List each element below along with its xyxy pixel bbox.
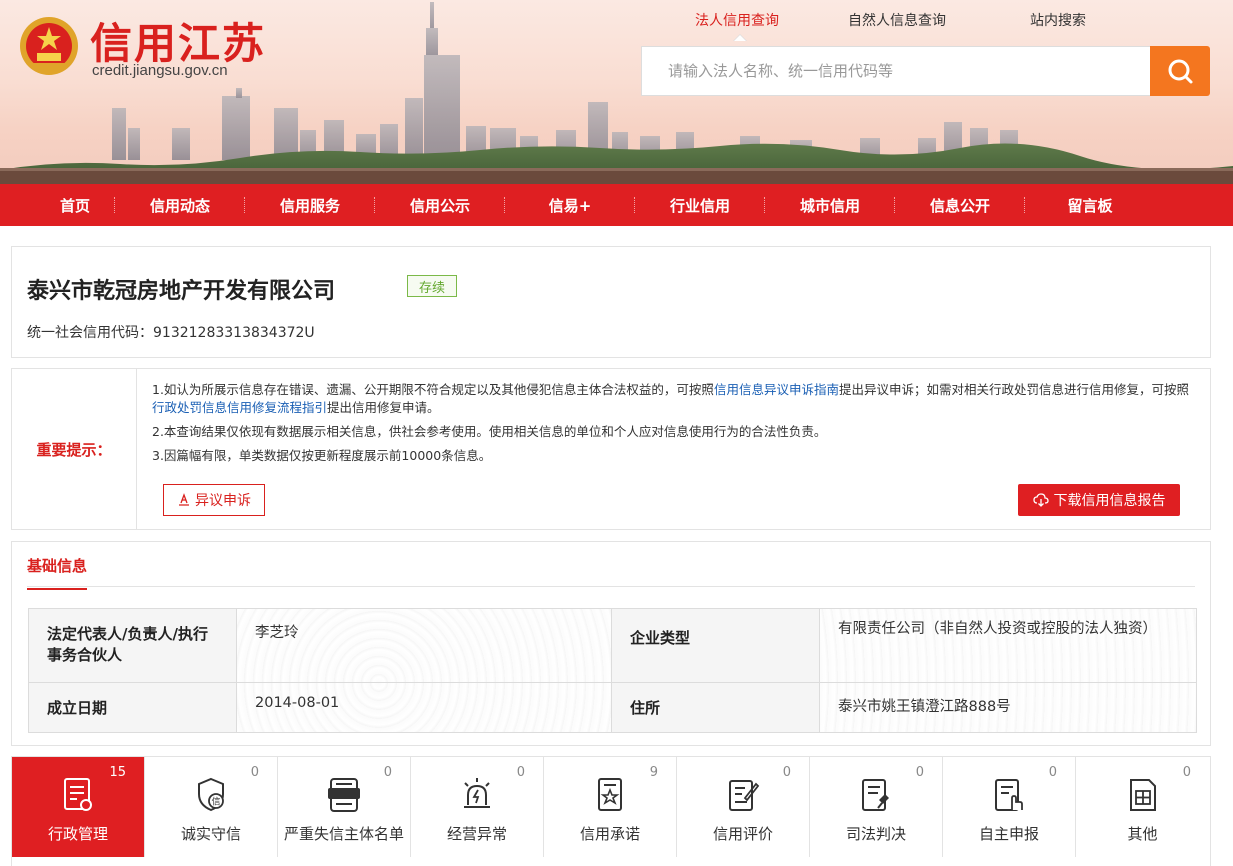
category-other[interactable]: 0 其他 <box>1076 757 1209 857</box>
notice-text: 提出异议申诉；如需对相关行政处罚信息进行信用修复，可按照 <box>838 382 1189 397</box>
blacklist-icon <box>324 775 364 815</box>
section-divider <box>27 586 1195 587</box>
address-value: 泰兴市姚王镇澄江路888号 <box>819 682 1197 733</box>
search-tabs: 法人信用查询 自然人信息查询 站内搜索 <box>640 10 1210 32</box>
category-label: 其他 <box>1127 825 1158 843</box>
category-honesty[interactable]: 0 信 诚实守信 <box>145 757 278 857</box>
nav-item-xinyi-plus[interactable]: 信易+ <box>505 184 635 226</box>
self-report-icon <box>989 775 1029 815</box>
category-label: 自主申报 <box>978 825 1039 843</box>
category-label: 严重失信主体名单 <box>283 825 404 843</box>
category-label: 诚实守信 <box>180 825 241 843</box>
category-credit-evaluation[interactable]: 0 信用评价 <box>677 757 810 857</box>
establish-date-label: 成立日期 <box>28 682 237 733</box>
basic-info-card: 基础信息 法定代表人/负责人/执行事务合伙人 李芝玲 企业类型 有限责任公司（非… <box>11 541 1211 746</box>
search-button[interactable] <box>1150 46 1210 96</box>
search-box <box>641 46 1150 96</box>
nav-item-credit-publicity[interactable]: 信用公示 <box>375 184 505 226</box>
category-label: 信用评价 <box>712 825 773 843</box>
judgment-icon <box>856 775 896 815</box>
cloud-download-icon <box>1032 493 1049 507</box>
active-tab-indicator <box>733 34 747 41</box>
address-label: 住所 <box>611 682 820 733</box>
nav-item-industry-credit[interactable]: 行业信用 <box>635 184 765 226</box>
enterprise-type-label: 企业类型 <box>611 608 820 683</box>
download-report-button[interactable]: 下载信用信息报告 <box>1018 484 1180 516</box>
company-header-card: 泰兴市乾冠房地产开发有限公司 存续 统一社会信用代码：9132128331383… <box>11 246 1211 358</box>
category-tabs: 15 行政管理 0 信 诚实守信 0 严重失信主体名单 0 经营异常 9 信用承… <box>11 756 1211 866</box>
legal-representative-value: 李芝玲 <box>236 608 612 683</box>
nav-item-city-credit[interactable]: 城市信用 <box>765 184 895 226</box>
nav-item-message-board[interactable]: 留言板 <box>1025 184 1155 226</box>
nav-item-credit-service[interactable]: 信用服务 <box>245 184 375 226</box>
tab-site-search[interactable]: 站内搜索 <box>1030 10 1086 30</box>
notice-body: 1.如认为所展示信息存在错误、遗漏、公开期限不符合规定以及其他侵犯信息主体合法权… <box>152 381 1197 471</box>
site-header: 信用江苏 credit.jiangsu.gov.cn 法人信用查询 自然人信息查… <box>0 0 1233 184</box>
search-input[interactable] <box>642 47 1150 95</box>
category-count: 0 <box>516 765 525 780</box>
important-notice-card: 重要提示： 1.如认为所展示信息存在错误、遗漏、公开期限不符合规定以及其他侵犯信… <box>11 368 1211 530</box>
category-credit-promise[interactable]: 9 信用承诺 <box>544 757 677 857</box>
credit-repair-guide-link[interactable]: 行政处罚信息信用修复流程指引 <box>152 400 327 415</box>
promise-icon <box>590 775 630 815</box>
evaluation-icon <box>723 775 763 815</box>
basic-info-table: 法定代表人/负责人/执行事务合伙人 李芝玲 企业类型 有限责任公司（非自然人投资… <box>28 608 1197 733</box>
search-icon <box>1168 59 1193 84</box>
shield-credit-icon: 信 <box>191 775 231 815</box>
category-count: 0 <box>383 765 392 780</box>
category-count: 0 <box>250 765 259 780</box>
establish-date-value: 2014-08-01 <box>236 682 612 733</box>
table-row: 法定代表人/负责人/执行事务合伙人 李芝玲 企业类型 有限责任公司（非自然人投资… <box>28 608 1197 683</box>
category-serious-dishonesty[interactable]: 0 严重失信主体名单 <box>278 757 411 857</box>
notice-line-1: 1.如认为所展示信息存在错误、遗漏、公开期限不符合规定以及其他侵犯信息主体合法权… <box>152 381 1197 417</box>
notice-label-box: 重要提示： <box>12 369 137 529</box>
nav-item-credit-news[interactable]: 信用动态 <box>115 184 245 226</box>
gavel-icon <box>179 493 189 506</box>
section-tab-basic-info[interactable]: 基础信息 <box>27 555 88 590</box>
category-count: 15 <box>109 765 126 780</box>
objection-label: 异议申诉 <box>195 493 251 509</box>
download-label: 下载信用信息报告 <box>1053 493 1166 509</box>
notice-label: 重要提示： <box>36 440 112 459</box>
category-count: 0 <box>1048 765 1057 780</box>
category-count: 0 <box>1182 765 1191 780</box>
svg-text:信: 信 <box>211 796 220 808</box>
category-label: 行政管理 <box>47 825 108 843</box>
national-emblem-icon <box>20 17 78 75</box>
admin-doc-icon <box>58 775 98 815</box>
main-nav: 首页 信用动态 信用服务 信用公示 信易+ 行业信用 城市信用 信息公开 留言板 <box>0 184 1233 226</box>
nav-item-home[interactable]: 首页 <box>40 184 115 226</box>
site-url: credit.jiangsu.gov.cn <box>92 62 228 79</box>
category-label: 司法判决 <box>845 825 906 843</box>
category-business-abnormal[interactable]: 0 经营异常 <box>411 757 544 857</box>
category-count: 0 <box>915 765 924 780</box>
category-self-report[interactable]: 0 自主申报 <box>943 757 1076 857</box>
credit-code-value: 91321283313834372U <box>153 325 315 341</box>
alarm-icon <box>457 775 497 815</box>
objection-button[interactable]: 异议申诉 <box>163 484 265 516</box>
category-count: 9 <box>649 765 658 780</box>
category-admin-management[interactable]: 15 行政管理 <box>12 757 145 857</box>
notice-line-2: 2.本查询结果仅依现有数据展示相关信息，供社会参考使用。使用相关信息的单位和个人… <box>152 424 827 439</box>
objection-guide-link[interactable]: 信用信息异议申诉指南 <box>714 382 839 397</box>
credit-code: 统一社会信用代码：91321283313834372U <box>27 322 315 342</box>
nav-item-info-disclosure[interactable]: 信息公开 <box>895 184 1025 226</box>
notice-text: 1.如认为所展示信息存在错误、遗漏、公开期限不符合规定以及其他侵犯信息主体合法权… <box>152 382 714 397</box>
category-label: 经营异常 <box>446 825 507 843</box>
tab-natural-person-search[interactable]: 自然人信息查询 <box>848 10 946 30</box>
tab-legal-person-search[interactable]: 法人信用查询 <box>695 10 779 30</box>
category-judicial-judgment[interactable]: 0 司法判决 <box>810 757 943 857</box>
notice-line-3: 3.因篇幅有限，单类数据仅按更新程度展示前10000条信息。 <box>152 448 492 463</box>
status-badge: 存续 <box>407 275 457 297</box>
credit-code-label: 统一社会信用代码： <box>27 325 153 341</box>
notice-text: 提出信用修复申请。 <box>327 400 440 415</box>
other-icon <box>1123 775 1163 815</box>
enterprise-type-value: 有限责任公司（非自然人投资或控股的法人独资） <box>819 608 1197 683</box>
category-count: 0 <box>782 765 791 780</box>
company-name: 泰兴市乾冠房地产开发有限公司 <box>27 279 336 304</box>
legal-representative-label: 法定代表人/负责人/执行事务合伙人 <box>28 608 237 683</box>
table-row: 成立日期 2014-08-01 住所 泰兴市姚王镇澄江路888号 <box>28 682 1197 733</box>
category-label: 信用承诺 <box>579 825 640 843</box>
